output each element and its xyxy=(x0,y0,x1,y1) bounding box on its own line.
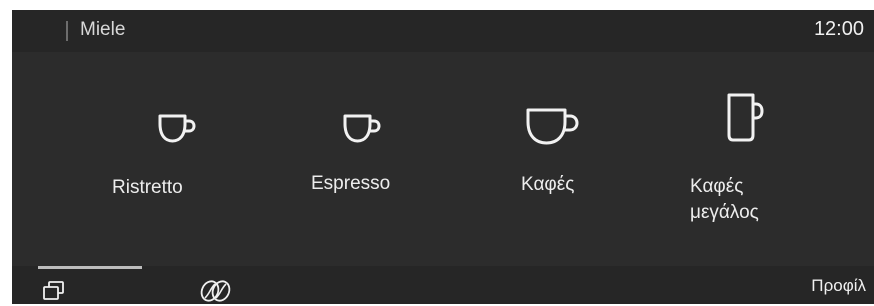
status-separator xyxy=(66,21,68,41)
drink-tile-ristretto[interactable]: Ristretto xyxy=(82,52,272,266)
status-bar: Miele 12:00 xyxy=(12,10,874,52)
small-cup-icon xyxy=(267,112,457,146)
drink-tile-large-coffee[interactable]: Καφές μεγάλος xyxy=(649,52,839,266)
drink-label: Ristretto xyxy=(112,177,183,198)
coffee-machine-display: Miele 12:00 Ristretto Espresso Καφές Καφ… xyxy=(12,10,874,304)
drink-label-line1: Καφές xyxy=(690,176,744,197)
small-cup-icon xyxy=(82,112,272,146)
cups-icon[interactable] xyxy=(42,280,66,304)
clock: 12:00 xyxy=(813,18,864,40)
profile-button[interactable]: Προφίλ xyxy=(811,276,866,296)
drink-tile-coffee[interactable]: Καφές xyxy=(458,52,648,266)
coffee-cup-icon xyxy=(458,106,648,148)
brand-name: Miele xyxy=(80,19,126,40)
active-tab-indicator xyxy=(38,266,142,269)
bottom-bar: Προφίλ xyxy=(12,266,874,304)
large-mug-icon xyxy=(649,92,839,144)
drink-tile-espresso[interactable]: Espresso xyxy=(267,52,457,266)
drink-label: Espresso xyxy=(311,173,391,194)
coffee-beans-icon[interactable] xyxy=(198,279,234,304)
drink-label: Καφές xyxy=(521,174,575,195)
drink-label-line2: μεγάλος xyxy=(690,202,759,223)
